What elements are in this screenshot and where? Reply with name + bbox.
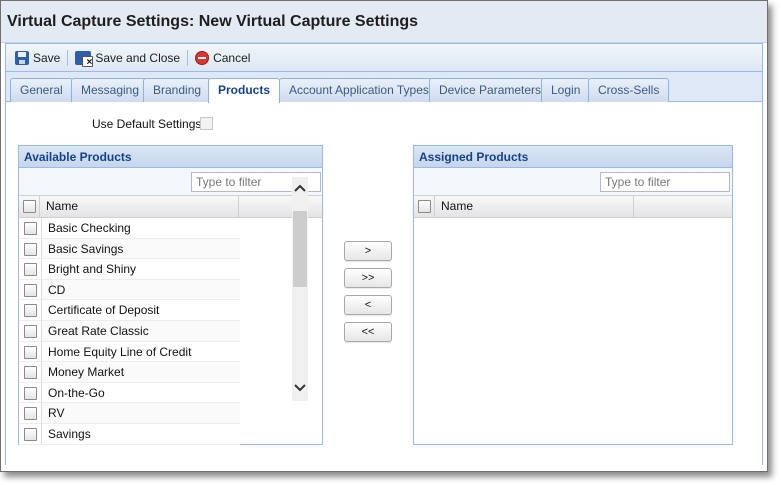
list-item[interactable]: Home Equity Line of Credit	[19, 341, 240, 363]
tab-general[interactable]: General	[10, 78, 73, 102]
product-name: RV	[41, 403, 240, 424]
page-title: Virtual Capture Settings: New Virtual Ca…	[7, 13, 419, 30]
product-name: Certificate of Deposit	[41, 300, 240, 321]
list-item[interactable]: CD	[19, 279, 240, 301]
row-checkbox[interactable]	[24, 222, 37, 235]
assigned-filter-input[interactable]	[600, 172, 730, 192]
product-name: Basic Checking	[41, 218, 240, 239]
list-item[interactable]: Basic Savings	[19, 238, 240, 260]
assigned-products-panel: Assigned Products Name	[413, 145, 733, 445]
row-check-cell	[19, 321, 41, 342]
settings-form: Save Save and Close Cancel General Messa…	[5, 43, 763, 465]
row-check-cell	[19, 280, 41, 301]
toolbar-separator	[67, 49, 69, 66]
row-checkbox[interactable]	[24, 283, 37, 297]
assigned-filter-bar	[414, 168, 732, 196]
product-name: Great Rate Classic	[41, 320, 240, 342]
list-item[interactable]: RV	[19, 403, 240, 424]
title-bar: Virtual Capture Settings: New Virtual Ca…	[1, 1, 767, 43]
product-name: Money Market	[41, 362, 240, 383]
list-item[interactable]: Certificate of Deposit	[19, 300, 240, 321]
assigned-grid-header: Name	[414, 196, 732, 218]
use-default-settings-label: Use Default Settings:	[92, 117, 205, 131]
toolbar: Save Save and Close Cancel	[6, 44, 762, 72]
row-checkbox[interactable]	[24, 386, 37, 400]
assigned-name-column-header[interactable]: Name	[436, 196, 634, 217]
row-checkbox[interactable]	[24, 407, 37, 421]
row-check-cell	[19, 383, 41, 404]
row-check-cell	[19, 300, 41, 321]
product-name: Bright and Shiny	[41, 259, 240, 280]
tab-strip: General Messaging Branding Products Acco…	[6, 72, 762, 103]
scroll-up-arrow-icon[interactable]	[294, 183, 306, 193]
cancel-icon	[195, 50, 210, 65]
available-select-all-checkbox[interactable]	[23, 200, 36, 213]
available-filter-bar	[19, 168, 322, 196]
save-and-close-label: Save and Close	[95, 50, 181, 65]
save-button[interactable]: Save	[12, 47, 63, 69]
toolbar-separator	[187, 49, 189, 66]
tab-login[interactable]: Login	[541, 78, 591, 102]
row-check-cell	[19, 259, 41, 280]
list-item[interactable]: On-the-Go	[19, 382, 240, 404]
row-check-cell	[19, 362, 41, 383]
list-item[interactable]: Money Market	[19, 362, 240, 383]
row-check-cell	[19, 342, 41, 363]
scrollbar-thumb[interactable]	[293, 211, 307, 287]
floppy-disk-icon	[15, 50, 29, 65]
available-grid-header: Name	[19, 196, 322, 218]
available-products-list: Basic Checking Basic Savings Bright and …	[19, 218, 322, 445]
row-checkbox[interactable]	[24, 304, 37, 318]
product-name: On-the-Go	[41, 382, 240, 404]
row-check-cell	[19, 239, 41, 260]
product-name: Home Equity Line of Credit	[41, 341, 240, 363]
row-check-cell	[19, 403, 41, 424]
assigned-select-all-checkbox[interactable]	[418, 200, 431, 213]
assigned-select-all-cell	[414, 196, 435, 217]
tab-branding[interactable]: Branding	[143, 78, 212, 102]
row-checkbox[interactable]	[24, 345, 37, 359]
tab-products[interactable]: Products	[208, 78, 281, 103]
row-checkbox[interactable]	[24, 324, 37, 338]
available-list-scrollbar[interactable]	[292, 177, 308, 401]
row-check-cell	[19, 218, 41, 239]
settings-window: Virtual Capture Settings: New Virtual Ca…	[0, 0, 768, 472]
use-default-settings-checkbox[interactable]	[200, 117, 213, 130]
remove-all-button[interactable]: <<	[344, 322, 392, 342]
row-check-cell	[19, 424, 41, 445]
available-select-all-cell	[19, 196, 40, 217]
row-checkbox[interactable]	[24, 427, 37, 441]
add-selected-button[interactable]: >	[344, 241, 392, 261]
tab-messaging[interactable]: Messaging	[71, 78, 150, 102]
cancel-button-label: Cancel	[213, 50, 251, 65]
assigned-products-title: Assigned Products	[414, 146, 732, 168]
product-name: CD	[41, 279, 240, 301]
tab-account-application-types[interactable]: Account Application Types	[279, 78, 439, 102]
save-button-label: Save	[33, 50, 61, 65]
save-close-icon	[75, 50, 94, 68]
remove-selected-button[interactable]: <	[344, 295, 392, 315]
tab-device-parameters[interactable]: Device Parameters	[429, 78, 552, 102]
list-item[interactable]: Savings	[19, 423, 240, 445]
row-checkbox[interactable]	[24, 366, 37, 380]
scroll-down-arrow-icon[interactable]	[294, 383, 306, 393]
row-checkbox[interactable]	[24, 263, 37, 277]
row-checkbox[interactable]	[24, 242, 37, 256]
products-tab-content: Use Default Settings: Available Products…	[6, 103, 762, 465]
list-item[interactable]: Basic Checking	[19, 218, 240, 239]
tab-cross-sells[interactable]: Cross-Sells	[588, 78, 670, 102]
product-name: Savings	[41, 423, 240, 445]
list-item[interactable]: Bright and Shiny	[19, 259, 240, 280]
available-name-column-header[interactable]: Name	[41, 196, 239, 217]
save-and-close-button[interactable]: Save and Close	[72, 47, 183, 69]
add-all-button[interactable]: >>	[344, 268, 392, 288]
product-name: Basic Savings	[41, 238, 240, 260]
available-products-title: Available Products	[19, 146, 322, 168]
available-products-panel: Available Products Name Basic Checking B…	[18, 145, 323, 445]
list-item[interactable]: Great Rate Classic	[19, 320, 240, 342]
cancel-button[interactable]: Cancel	[192, 47, 253, 69]
